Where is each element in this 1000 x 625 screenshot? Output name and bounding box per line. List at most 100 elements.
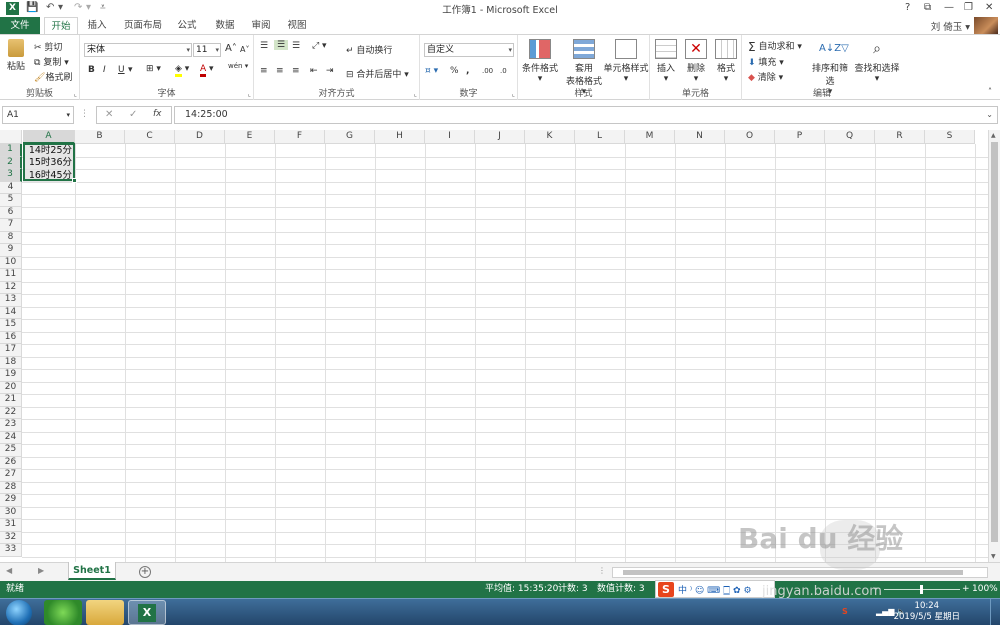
row-header-19[interactable]: 19 bbox=[0, 369, 22, 382]
number-format-select[interactable]: 自定义 ▾ bbox=[424, 43, 514, 57]
row-header-25[interactable]: 25 bbox=[0, 444, 22, 457]
fill-color-icon[interactable]: ◈ ▾ bbox=[175, 64, 189, 77]
shrink-font-button[interactable]: A˅ bbox=[240, 45, 249, 54]
merge-center-button[interactable]: ⊟ 合并后居中 ▾ bbox=[346, 67, 409, 81]
cut-button[interactable]: ✂ 剪切 bbox=[34, 40, 62, 54]
column-header-d[interactable]: D bbox=[175, 130, 225, 144]
increase-decimal-button[interactable]: .00 bbox=[482, 67, 493, 75]
tab-home[interactable]: 开始 bbox=[44, 17, 78, 35]
worksheet-grid[interactable]: A B C D E F G H I J K L M N O P Q R S 1 2 3 4 5 6 7 8 9 10 11 12 13 14 15… bbox=[0, 130, 1000, 562]
excel-taskbar-icon[interactable]: X bbox=[128, 600, 166, 625]
column-header-l[interactable]: L bbox=[575, 130, 625, 144]
column-header-r[interactable]: R bbox=[875, 130, 925, 144]
decrease-decimal-button[interactable]: .0 bbox=[500, 67, 507, 75]
horizontal-scroll-thumb[interactable] bbox=[623, 570, 963, 575]
next-sheet-icon[interactable]: ▶ bbox=[38, 566, 44, 575]
tab-split-grip-icon[interactable]: ⋮ bbox=[598, 566, 606, 575]
row-header-29[interactable]: 29 bbox=[0, 494, 22, 507]
row-header-10[interactable]: 10 bbox=[0, 256, 22, 269]
row-header-17[interactable]: 17 bbox=[0, 344, 22, 357]
copy-button[interactable]: ⧉ 复制 ▾ bbox=[34, 55, 69, 69]
row-header-24[interactable]: 24 bbox=[0, 431, 22, 444]
alignment-launcher-icon[interactable]: ⌞ bbox=[414, 90, 417, 98]
row-header-33[interactable]: 33 bbox=[0, 544, 22, 557]
show-desktop-button[interactable] bbox=[990, 599, 1000, 625]
redo-icon[interactable]: ↷ bbox=[74, 2, 82, 13]
browser-taskbar-icon[interactable] bbox=[44, 600, 82, 625]
font-size-select[interactable]: 11 ▾ bbox=[193, 43, 221, 57]
tab-page-layout[interactable]: 页面布局 bbox=[120, 17, 166, 34]
row-header-3[interactable]: 3 bbox=[0, 169, 22, 182]
align-bottom-icon[interactable]: ☰ bbox=[292, 41, 300, 51]
close-button[interactable]: ✕ bbox=[985, 2, 993, 13]
font-color-icon[interactable]: A ▾ bbox=[200, 64, 214, 77]
start-button[interactable] bbox=[6, 600, 32, 625]
save-icon[interactable]: 💾 bbox=[26, 2, 38, 13]
italic-button[interactable]: I bbox=[103, 65, 106, 75]
number-launcher-icon[interactable]: ⌞ bbox=[512, 90, 515, 98]
row-header-1[interactable]: 1 bbox=[0, 144, 22, 157]
restore-button[interactable]: ❐ bbox=[964, 2, 973, 13]
add-sheet-button[interactable]: + bbox=[139, 566, 151, 578]
tab-view[interactable]: 视图 bbox=[282, 17, 312, 34]
sogou-tray-icon[interactable]: S bbox=[842, 607, 848, 616]
delete-cells-button[interactable]: ✕ 删除 ▾ bbox=[682, 39, 710, 84]
row-header-13[interactable]: 13 bbox=[0, 294, 22, 307]
cancel-entry-button[interactable]: ✕ bbox=[105, 109, 113, 120]
tab-file[interactable]: 文件 bbox=[0, 17, 40, 34]
column-header-i[interactable]: I bbox=[425, 130, 475, 144]
row-header-18[interactable]: 18 bbox=[0, 356, 22, 369]
row-header-4[interactable]: 4 bbox=[0, 181, 22, 194]
currency-icon[interactable]: ¤ ▾ bbox=[425, 66, 438, 76]
column-header-q[interactable]: Q bbox=[825, 130, 875, 144]
formula-input[interactable]: 14:25:00 ⌄ bbox=[174, 106, 998, 124]
format-painter-button[interactable]: 🖌格式刷 bbox=[34, 70, 72, 84]
scroll-up-icon[interactable]: ▲ bbox=[991, 132, 996, 139]
vertical-scroll-thumb[interactable] bbox=[991, 142, 998, 542]
customize-quick-access-icon[interactable]: ⩡ bbox=[100, 2, 106, 13]
cell-styles-button[interactable]: 单元格样式 ▾ bbox=[602, 39, 650, 84]
help-button[interactable]: ? bbox=[905, 2, 910, 13]
row-header-8[interactable]: 8 bbox=[0, 231, 22, 244]
font-name-select[interactable]: 宋体 ▾ bbox=[84, 43, 192, 57]
formula-bar-grip-icon[interactable]: ⋮ bbox=[80, 109, 89, 119]
tab-data[interactable]: 数据 bbox=[210, 17, 240, 34]
vertical-scrollbar[interactable]: ▲ ▼ bbox=[988, 130, 1000, 562]
bold-button[interactable]: B bbox=[88, 65, 95, 75]
percent-button[interactable]: % bbox=[450, 66, 459, 76]
row-header-20[interactable]: 20 bbox=[0, 381, 22, 394]
row-header-16[interactable]: 16 bbox=[0, 331, 22, 344]
zoom-slider-thumb[interactable] bbox=[920, 585, 923, 594]
prev-sheet-icon[interactable]: ◀ bbox=[6, 566, 12, 575]
align-center-icon[interactable]: ≡ bbox=[276, 66, 284, 76]
column-header-p[interactable]: P bbox=[775, 130, 825, 144]
font-launcher-icon[interactable]: ⌞ bbox=[248, 90, 251, 98]
row-header-12[interactable]: 12 bbox=[0, 281, 22, 294]
insert-cells-button[interactable]: 插入 ▾ bbox=[652, 39, 680, 84]
row-header-9[interactable]: 9 bbox=[0, 244, 22, 257]
autosum-button[interactable]: Σ 自动求和 ▾ bbox=[748, 39, 802, 54]
collapse-ribbon-icon[interactable]: ˄ bbox=[988, 87, 992, 96]
row-header-28[interactable]: 28 bbox=[0, 481, 22, 494]
redo-dropdown-icon[interactable]: ▾ bbox=[86, 2, 91, 13]
align-top-icon[interactable]: ☰ bbox=[260, 41, 268, 51]
insert-function-button[interactable]: fx bbox=[153, 109, 162, 119]
scroll-down-icon[interactable]: ▼ bbox=[991, 553, 996, 560]
expand-formula-bar-icon[interactable]: ⌄ bbox=[986, 107, 993, 123]
wrap-text-button[interactable]: ↵ 自动换行 bbox=[346, 43, 392, 57]
user-account[interactable]: 刘 倚玉 ▾ bbox=[931, 19, 970, 33]
column-header-o[interactable]: O bbox=[725, 130, 775, 144]
phonetic-guide-icon[interactable]: wén ▾ bbox=[228, 62, 248, 70]
underline-button[interactable]: U bbox=[118, 65, 125, 75]
tab-insert[interactable]: 插入 bbox=[82, 17, 112, 34]
column-header-c[interactable]: C bbox=[125, 130, 175, 144]
zoom-in-icon[interactable]: + bbox=[962, 581, 970, 598]
row-header-22[interactable]: 22 bbox=[0, 406, 22, 419]
underline-dropdown-icon[interactable]: ▾ bbox=[128, 65, 133, 75]
name-box[interactable]: A1 ▾ bbox=[2, 106, 74, 124]
column-header-f[interactable]: F bbox=[275, 130, 325, 144]
border-icon[interactable]: ⊞ ▾ bbox=[146, 64, 161, 74]
grow-font-button[interactable]: A˄ bbox=[225, 43, 237, 54]
column-header-j[interactable]: J bbox=[475, 130, 525, 144]
column-header-k[interactable]: K bbox=[525, 130, 575, 144]
